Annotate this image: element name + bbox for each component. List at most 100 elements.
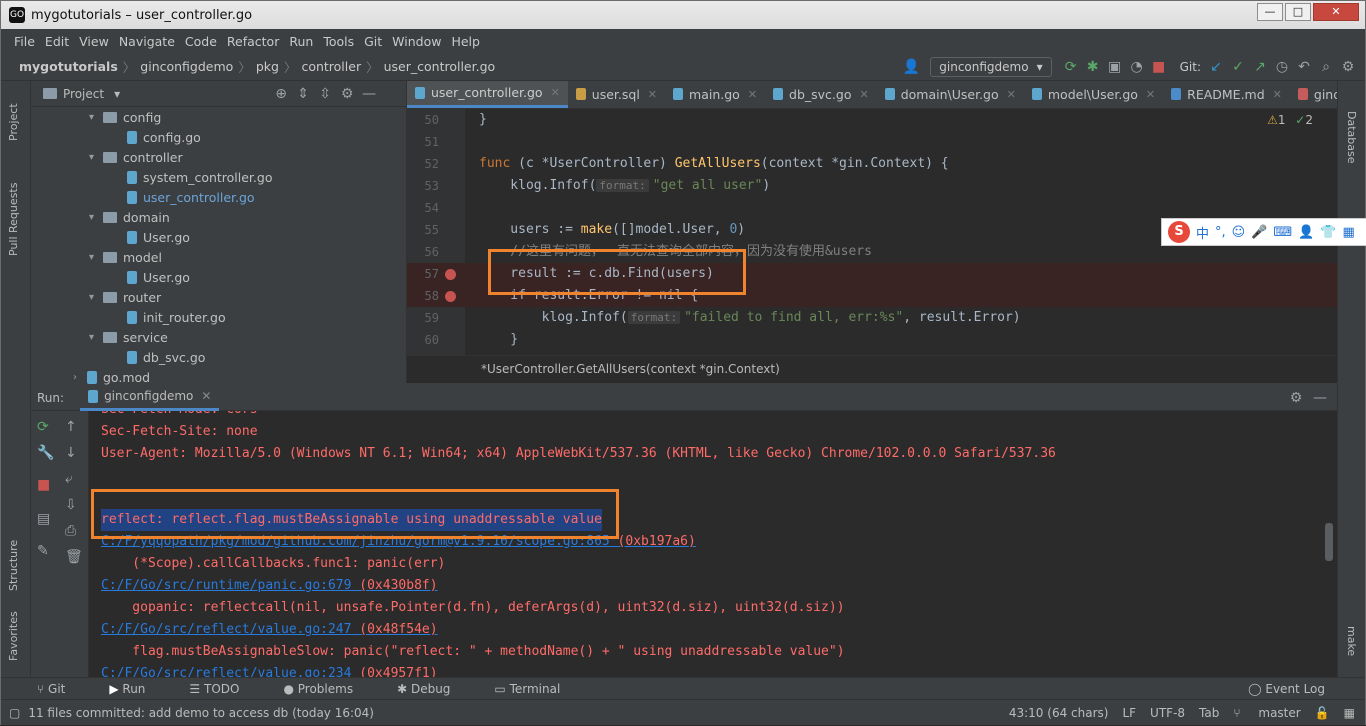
grid-icon[interactable]: ▦ [1343,225,1355,240]
menu-refactor[interactable]: Refactor [227,34,279,49]
chevron-down-icon[interactable]: ▾ [89,292,103,303]
editor-breadcrumb[interactable]: *UserController.GetAllUsers(context *gin… [407,355,1337,383]
gear-icon[interactable]: ⚙ [336,86,358,102]
ime-logo-icon[interactable]: S [1168,221,1190,243]
chevron-down-icon[interactable]: ▾ [114,87,120,101]
wrench-icon[interactable]: 🔧 [37,445,54,461]
chevron-down-icon[interactable]: ▾ [89,212,103,223]
make-tool-tab[interactable]: make [1345,626,1358,656]
close-icon[interactable]: ✕ [648,88,657,101]
print-icon[interactable]: ⎙ [65,523,76,539]
tree-file[interactable]: db_svc.go [31,347,407,367]
editor-tab[interactable]: main.go ✕ [665,81,765,108]
run-tab[interactable]: ginconfigdemo ✕ [80,383,220,411]
memory-icon[interactable]: ▦ [1344,706,1355,720]
editor-tab[interactable]: README.md ✕ [1163,81,1290,108]
microphone-icon[interactable]: 🎤 [1251,225,1267,240]
close-icon[interactable]: ✕ [551,86,560,99]
user-icon[interactable]: 👤 [1298,225,1314,240]
editor-tab[interactable]: domain\User.go ✕ [877,81,1024,108]
crumb-pkg[interactable]: pkg [256,59,279,74]
git-commit-icon[interactable]: ✓ [1227,59,1249,75]
rollback-icon[interactable]: ↶ [1293,59,1315,75]
debug-icon[interactable]: ✱ [1082,59,1104,75]
git-tool-button[interactable]: ⑂ Git [37,682,87,696]
stop-icon[interactable]: ■ [1148,59,1170,75]
hide-icon[interactable]: — [358,86,380,102]
breakpoint-icon[interactable] [445,291,456,302]
close-icon[interactable]: ✕ [1007,88,1016,101]
locate-icon[interactable]: ⊕ [270,86,292,102]
settings-icon[interactable]: ⚙ [1337,59,1359,75]
console-output[interactable]: Sec-Fetch-Mode: cors Sec-Fetch-Site: non… [89,411,1337,677]
menu-file[interactable]: File [14,34,35,49]
crumb-file[interactable]: user_controller.go [384,59,496,74]
console-link[interactable]: C:/F/Go/src/reflect/value.go:247 (0x48f5… [101,619,438,641]
tree-file[interactable]: user_controller.go [31,187,407,207]
pin-icon[interactable]: ✎ [37,543,49,559]
tree-file[interactable]: system_controller.go [31,167,407,187]
close-button[interactable]: ✕ [1313,3,1359,21]
chevron-down-icon[interactable]: ▾ [89,332,103,343]
caret-position[interactable]: 43:10 (64 chars) [1009,706,1109,720]
history-icon[interactable]: ◷ [1271,59,1293,75]
collapse-all-icon[interactable]: ⇳ [314,86,336,102]
down-arrow-icon[interactable]: ↓ [65,445,77,461]
ime-punct[interactable]: °, [1215,225,1226,240]
tree-file[interactable]: User.go [31,227,407,247]
line-separator[interactable]: LF [1122,706,1136,720]
run-config-select[interactable]: ginconfigdemo ▾ [930,57,1052,77]
close-icon[interactable]: ✕ [860,88,869,101]
git-push-icon[interactable]: ↗ [1249,59,1271,75]
menu-run[interactable]: Run [289,34,313,49]
editor-tab[interactable]: user.sql ✕ [568,81,665,108]
tree-folder[interactable]: ▾ router [31,287,407,307]
pull-requests-tool-tab[interactable]: Pull Requests [7,183,20,256]
crumb-module[interactable]: ginconfigdemo [140,59,233,74]
editor-tab[interactable]: db_svc.go ✕ [765,81,877,108]
menu-code[interactable]: Code [185,34,217,49]
editor-tab[interactable]: user_controller.go ✕ [407,81,568,108]
breakpoint-icon[interactable] [445,269,456,280]
close-icon[interactable]: ✕ [1273,88,1282,101]
chevron-down-icon[interactable]: ▾ [89,252,103,263]
tree-folder[interactable]: ▾ controller [31,147,407,167]
minimize-button[interactable]: — [1257,3,1283,21]
project-title[interactable]: Project [63,87,104,101]
menu-navigate[interactable]: Navigate [119,34,175,49]
tree-folder[interactable]: ▾ domain [31,207,407,227]
profile-icon[interactable]: ◔ [1126,59,1148,75]
todo-tool-button[interactable]: ☰ TODO [189,682,261,696]
chevron-down-icon[interactable]: ▾ [89,112,103,123]
terminal-tool-button[interactable]: ▭ Terminal [494,682,582,696]
hide-icon[interactable]: — [1309,390,1331,406]
favorites-tool-tab[interactable]: Favorites [7,611,20,661]
stop-icon[interactable]: ■ [37,477,50,493]
skin-icon[interactable]: 👕 [1320,225,1336,240]
rerun-icon[interactable]: ⟳ [37,419,49,435]
menu-help[interactable]: Help [451,34,480,49]
keyboard-icon[interactable]: ⌨ [1273,225,1292,240]
project-tool-tab[interactable]: Project [7,103,20,141]
scroll-to-end-icon[interactable]: ⇩ [65,497,77,513]
editor-tab[interactable]: model\User.go ✕ [1024,81,1163,108]
menu-edit[interactable]: Edit [45,34,69,49]
tree-file[interactable]: init_router.go [31,307,407,327]
rerun-icon[interactable]: ⟳ [1060,59,1082,75]
chevron-down-icon[interactable]: ▾ [89,152,103,163]
ime-lang[interactable]: 中 [1196,223,1209,242]
close-icon[interactable]: ✕ [201,383,211,409]
chevron-right-icon[interactable]: › [73,372,87,383]
git-branch[interactable]: ⑂ master [1233,706,1300,720]
tree-folder[interactable]: ▾ service [31,327,407,347]
debug-tool-button[interactable]: ✱ Debug [397,682,472,696]
console-link[interactable]: C:/F/Go/src/reflect/value.go:234 (0x4957… [101,663,438,677]
tree-file[interactable]: config.go [31,127,407,147]
emoji-icon[interactable]: ☺ [1232,225,1246,240]
menu-tools[interactable]: Tools [323,34,354,49]
lock-icon[interactable]: 🔓 [1315,706,1330,720]
search-icon[interactable]: ⌕ [1315,59,1337,75]
event-log-button[interactable]: ◯ Event Log [1248,682,1347,696]
editor-tab[interactable]: gindemo.ya [1290,81,1337,108]
expand-all-icon[interactable]: ⇕ [292,86,314,102]
